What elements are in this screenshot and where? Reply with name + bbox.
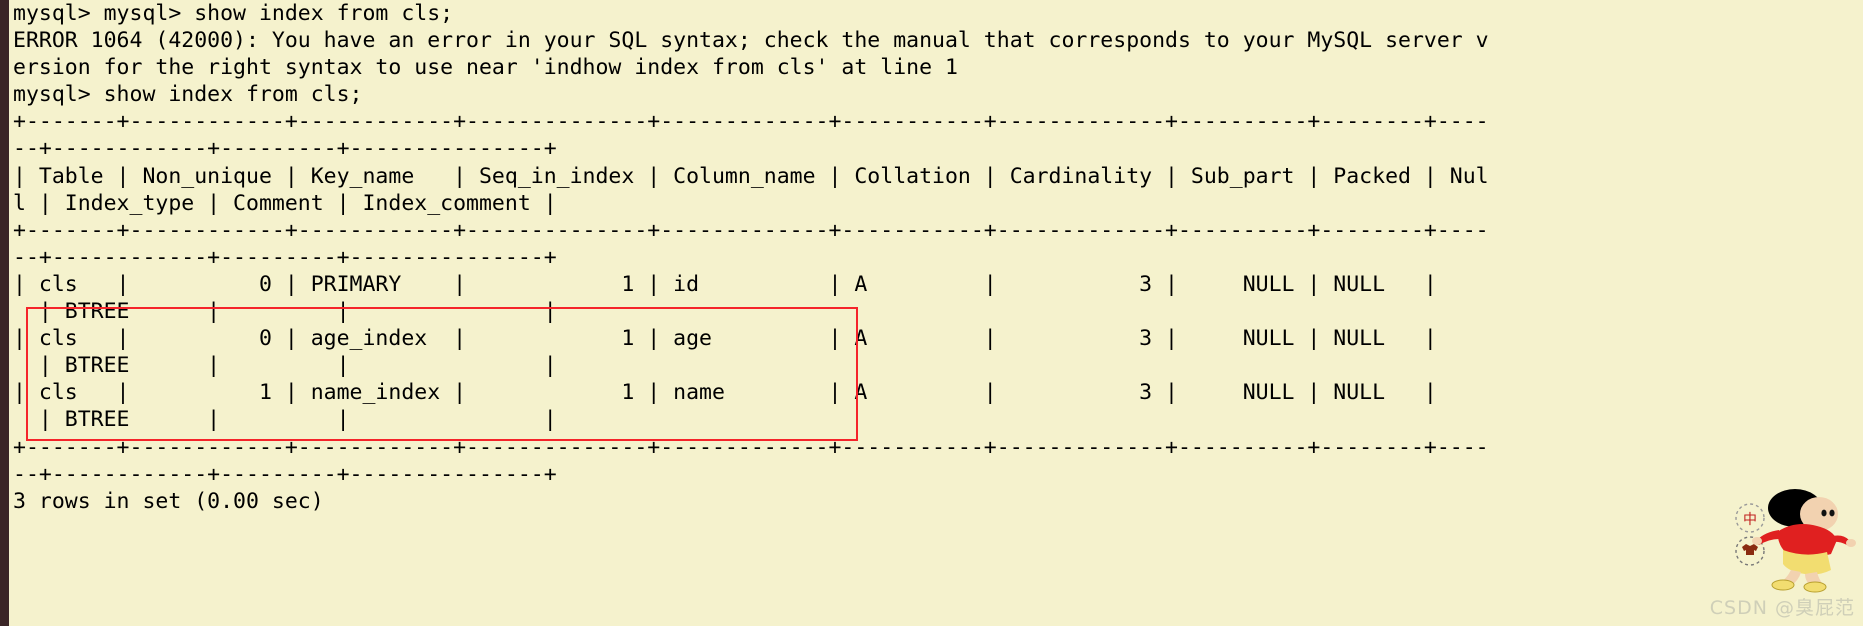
svg-text:中: 中 [1743, 512, 1757, 528]
terminal-left-edge-strip [0, 0, 9, 626]
cartoon-boy-figure-icon: 中 [1735, 489, 1856, 593]
terminal-window[interactable]: mysql> mysql> show index from cls; ERROR… [9, 0, 1863, 626]
terminal-output-text: mysql> mysql> show index from cls; ERROR… [13, 1, 1489, 514]
watermark-text: CSDN @臭屁范 [1709, 597, 1855, 619]
watermark-container: 中 CSDN @臭屁范 [1710, 424, 1861, 624]
